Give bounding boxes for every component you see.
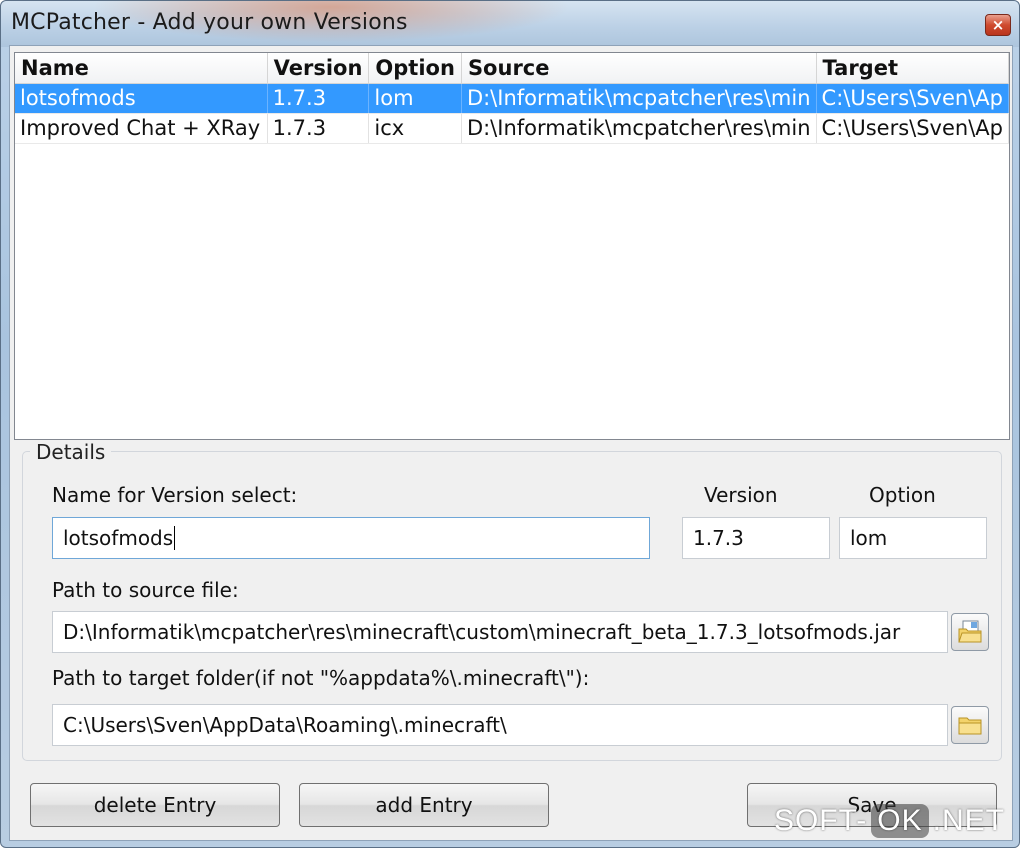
add-entry-label: add Entry [375,793,473,817]
source-browse-button[interactable] [951,613,989,651]
version-input[interactable]: 1.7.3 [682,517,830,559]
cell-option: icx [368,113,462,144]
version-input-value: 1.7.3 [693,526,744,550]
name-input[interactable]: lotsofmods [52,517,650,559]
watermark-mid: OK [871,804,929,838]
cell-name: Improved Chat + XRay [15,113,268,144]
versions-table: Name Version Option Source Target lotsof… [14,52,1010,440]
title-bar[interactable]: MCPatcher - Add your own Versions × [1,1,1019,47]
delete-entry-button[interactable]: delete Entry [30,783,280,827]
target-label: Path to target folder(if not "%appdata%\… [52,666,590,690]
mcpatcher-window: MCPatcher - Add your own Versions × Name… [0,0,1020,848]
cell-target: C:\Users\Sven\Ap [816,113,1009,144]
close-button[interactable]: × [985,14,1011,36]
add-entry-button[interactable]: add Entry [299,783,549,827]
column-header-target[interactable]: Target [816,53,1009,84]
close-icon: × [991,16,1005,34]
versions-grid: Name Version Option Source Target lotsof… [15,53,1009,144]
option-label: Option [869,483,936,507]
target-path-input[interactable]: C:\Users\Sven\AppData\Roaming\.minecraft… [52,704,948,746]
table-row[interactable]: Improved Chat + XRay 1.7.3 icx D:\Inform… [15,113,1009,144]
details-legend: Details [30,440,112,464]
watermark-left: SOFT- [773,804,868,837]
cell-target: C:\Users\Sven\Ap [816,83,1009,114]
source-label: Path to source file: [52,578,239,602]
cell-name: lotsofmods [15,83,268,114]
option-input[interactable]: lom [839,517,987,559]
window-client-area: Name Version Option Source Target lotsof… [9,45,1013,841]
column-header-version[interactable]: Version [267,53,370,84]
folder-icon [958,717,982,735]
watermark-right: .NET [932,804,1005,837]
table-row[interactable]: lotsofmods 1.7.3 lom D:\Informatik\mcpat… [15,83,1009,114]
target-path-value: C:\Users\Sven\AppData\Roaming\.minecraft… [63,713,507,737]
column-header-name[interactable]: Name [15,53,268,84]
window-title: MCPatcher - Add your own Versions [11,10,408,35]
table-header-row: Name Version Option Source Target [15,53,1009,84]
name-input-value: lotsofmods [63,526,174,550]
option-input-value: lom [850,526,888,550]
source-path-value: D:\Informatik\mcpatcher\res\minecraft\cu… [63,620,901,644]
cell-source: D:\Informatik\mcpatcher\res\min [461,83,817,114]
delete-entry-label: delete Entry [93,793,217,817]
cell-source: D:\Informatik\mcpatcher\res\min [461,113,817,144]
column-header-option[interactable]: Option [368,53,462,84]
column-header-source[interactable]: Source [461,53,817,84]
version-label: Version [704,483,778,507]
text-caret [174,526,176,550]
open-file-icon [958,620,982,643]
target-browse-button[interactable] [951,706,989,744]
watermark: SOFT- OK .NET [774,801,1005,841]
cell-version: 1.7.3 [267,113,370,144]
cell-version: 1.7.3 [267,83,370,114]
source-path-input[interactable]: D:\Informatik\mcpatcher\res\minecraft\cu… [52,611,948,653]
name-label: Name for Version select: [52,483,298,507]
cell-option: lom [368,83,462,114]
